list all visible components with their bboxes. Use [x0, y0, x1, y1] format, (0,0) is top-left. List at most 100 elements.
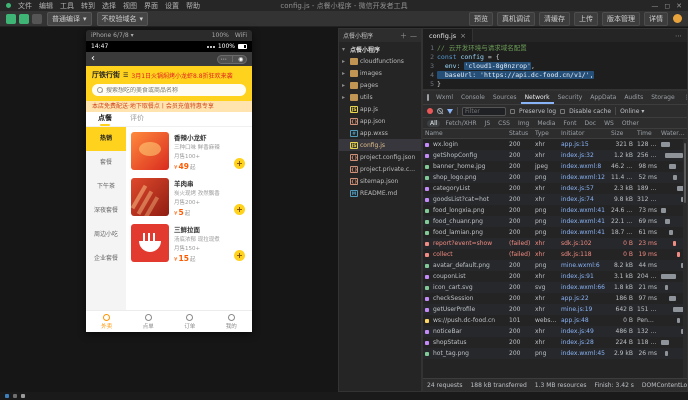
- editor-toggle[interactable]: [19, 13, 29, 24]
- tree-item-project.private.config.json[interactable]: {}project.private.config.json: [339, 163, 421, 175]
- filter-chip-img[interactable]: Img: [515, 120, 532, 127]
- network-filter-input[interactable]: [462, 106, 506, 116]
- collapse-icon[interactable]: —: [410, 32, 417, 40]
- menu-item-视图[interactable]: 视图: [123, 1, 137, 11]
- column-header-status[interactable]: Status: [507, 130, 533, 137]
- search-input[interactable]: [106, 86, 241, 94]
- category-深夜套餐[interactable]: 深夜套餐: [86, 199, 126, 223]
- tree-item-app.json[interactable]: {} app.json: [339, 115, 421, 127]
- request-initiator[interactable]: sdk.js:102: [559, 240, 609, 247]
- network-request-row[interactable]: banner_home.jpg 200 jpeg index.wxml:8 46.2 k…: [423, 161, 687, 172]
- terminal-icon[interactable]: [13, 394, 17, 398]
- network-request-row[interactable]: food_chuanr.png 200 png index.wxml:41 22.1 k…: [423, 216, 687, 227]
- category-下午茶[interactable]: 下午茶: [86, 175, 126, 199]
- devtools-tab-sources[interactable]: Sources: [489, 91, 521, 104]
- filter-chip-other[interactable]: Other: [619, 120, 642, 127]
- menu-item-界面[interactable]: 界面: [144, 1, 158, 11]
- code-area[interactable]: 12345 // 云开发环境与请求域名配置 const config = { en…: [423, 42, 687, 89]
- devtools-tab-network[interactable]: Network: [521, 91, 554, 104]
- request-initiator[interactable]: index.js:57: [559, 185, 609, 192]
- food-item[interactable]: 三鲜拉面 汤底浓郁 现拉现煮 月售150+ ¥15 起 +: [131, 224, 247, 263]
- menu-item-帮助[interactable]: 帮助: [186, 1, 200, 11]
- preserve-log-checkbox[interactable]: [510, 108, 515, 114]
- editor-tab-configjs[interactable]: config.js ×: [423, 29, 474, 42]
- request-initiator[interactable]: app.js:22: [559, 295, 609, 302]
- inspect-element-icon[interactable]: [427, 94, 429, 101]
- request-initiator[interactable]: index.js:32: [559, 152, 609, 159]
- category-周边小吃[interactable]: 周边小吃: [86, 223, 126, 247]
- category-企业套餐[interactable]: 企业套餐: [86, 247, 126, 271]
- toolbar-button-清缓存[interactable]: 清缓存: [539, 11, 570, 26]
- network-request-row[interactable]: getUserProfile 200 xhr mine.js:19 642 B 151 m…: [423, 304, 687, 315]
- request-initiator[interactable]: index.wxml:41: [559, 207, 609, 214]
- network-request-row[interactable]: icon_cart.svg 200 svg index.wxml:66 1.8 kB 21…: [423, 282, 687, 293]
- tab-点餐[interactable]: 点餐: [98, 113, 112, 126]
- filter-chip-media[interactable]: Media: [534, 120, 558, 127]
- filter-chip-ws[interactable]: WS: [601, 120, 617, 127]
- add-to-cart-button[interactable]: +: [234, 158, 245, 169]
- network-request-row[interactable]: shop_logo.png 200 png index.wxml:12 11.4 kB 5…: [423, 172, 687, 183]
- tabbar-item-订单[interactable]: 订单: [169, 311, 211, 332]
- column-header-initiator[interactable]: Initiator: [559, 130, 609, 137]
- filter-chip-fetch/xhr[interactable]: Fetch/XHR: [442, 120, 479, 127]
- menu-item-选择[interactable]: 选择: [102, 1, 116, 11]
- clear-icon[interactable]: [437, 108, 443, 114]
- tabbar-item-点单[interactable]: 点单: [128, 311, 170, 332]
- tree-item-images[interactable]: ▸ images: [339, 67, 421, 79]
- network-request-row[interactable]: avatar_default.png 200 png mine.wxml:6 8.2 k…: [423, 260, 687, 271]
- request-initiator[interactable]: index.wxml:41: [559, 229, 609, 236]
- devtools-tab-appdata[interactable]: AppData: [586, 91, 620, 104]
- column-header-time[interactable]: Time: [635, 130, 659, 137]
- request-initiator[interactable]: index.js:49: [559, 328, 609, 335]
- throttle-select[interactable]: Online ▾: [620, 108, 644, 115]
- devtools-tab-wxml[interactable]: Wxml: [432, 91, 457, 104]
- tabbar-item-外卖[interactable]: 外卖: [86, 311, 128, 332]
- request-initiator[interactable]: index.wxml:66: [559, 284, 609, 291]
- network-request-row[interactable]: food_longxia.png 200 png index.wxml:41 24.6 …: [423, 205, 687, 216]
- food-item[interactable]: 羊肉串 炭火现烤 孜然飘香 月售200+ ¥5 起 +: [131, 178, 247, 217]
- filter-chip-font[interactable]: Font: [560, 120, 579, 127]
- tree-item-app.wxss[interactable]: # app.wxss: [339, 127, 421, 139]
- toolbar-button-真机调试[interactable]: 真机调试: [497, 11, 535, 26]
- request-initiator[interactable]: sdk.js:118: [559, 251, 609, 258]
- devtools-tab-audits[interactable]: Audits: [620, 91, 647, 104]
- request-initiator[interactable]: index.js:91: [559, 273, 609, 280]
- network-request-row[interactable]: collect (failed) xhr sdk.js:118 0 B 19 ms: [423, 249, 687, 260]
- disable-cache-checkbox[interactable]: [560, 108, 566, 114]
- add-to-cart-button[interactable]: +: [234, 250, 245, 261]
- zoom-select[interactable]: 100%: [212, 32, 229, 39]
- request-initiator[interactable]: app.js:15: [559, 141, 609, 148]
- toolbar-button-版本管理[interactable]: 版本管理: [602, 11, 640, 26]
- new-file-icon[interactable]: ＋: [400, 31, 407, 41]
- browser-icon[interactable]: [21, 394, 25, 398]
- compile-mode-select[interactable]: 普通编译 ▾: [47, 11, 92, 26]
- request-initiator[interactable]: index.js:28: [559, 339, 609, 346]
- filter-chip-doc[interactable]: Doc: [581, 120, 599, 127]
- request-initiator[interactable]: index.wxml:45: [559, 350, 609, 357]
- network-request-row[interactable]: categoryList 200 xhr index.js:57 2.3 kB 189 m…: [423, 183, 687, 194]
- home-circle-icon[interactable]: ◉: [238, 56, 243, 63]
- user-avatar[interactable]: [673, 14, 682, 23]
- category-套餐[interactable]: 套餐: [86, 151, 126, 175]
- tree-root[interactable]: ▾ 点餐小程序: [339, 43, 421, 55]
- network-request-row[interactable]: shopStatus 200 xhr index.js:28 224 B 118 ms: [423, 337, 687, 348]
- devtools-tab-security[interactable]: Security: [554, 91, 587, 104]
- toolbar-button-上传[interactable]: 上传: [574, 11, 598, 26]
- filter-chip-js[interactable]: JS: [482, 120, 494, 127]
- food-item[interactable]: 香辣小龙虾 三种口味 鲜香麻辣 月售100+ ¥49 起 +: [131, 132, 247, 171]
- network-request-row[interactable]: ws://push.dc-food.cn 101 websocketapp.js:4…: [423, 315, 687, 326]
- toolbar-button-详情[interactable]: 详情: [644, 11, 668, 26]
- request-initiator[interactable]: mine.wxml:6: [559, 262, 609, 269]
- search-bar[interactable]: [92, 84, 246, 96]
- minimize-button[interactable]: —: [651, 2, 658, 10]
- request-initiator[interactable]: index.wxml:12: [559, 174, 609, 181]
- network-select[interactable]: WiFi: [235, 32, 247, 39]
- toolbar-button-预览[interactable]: 预览: [469, 11, 493, 26]
- tree-item-utils[interactable]: ▸ utils: [339, 91, 421, 103]
- network-request-row[interactable]: getShopConfig 200 xhr index.js:32 1.2 kB 256 …: [423, 150, 687, 161]
- network-request-row[interactable]: noticeBar 200 xhr index.js:49 486 B 132 ms: [423, 326, 687, 337]
- back-icon[interactable]: ‹: [91, 54, 95, 64]
- tree-item-config.js[interactable]: JS config.js: [339, 139, 421, 151]
- column-header-type[interactable]: Type: [533, 130, 559, 137]
- filter-chip-css[interactable]: CSS: [495, 120, 513, 127]
